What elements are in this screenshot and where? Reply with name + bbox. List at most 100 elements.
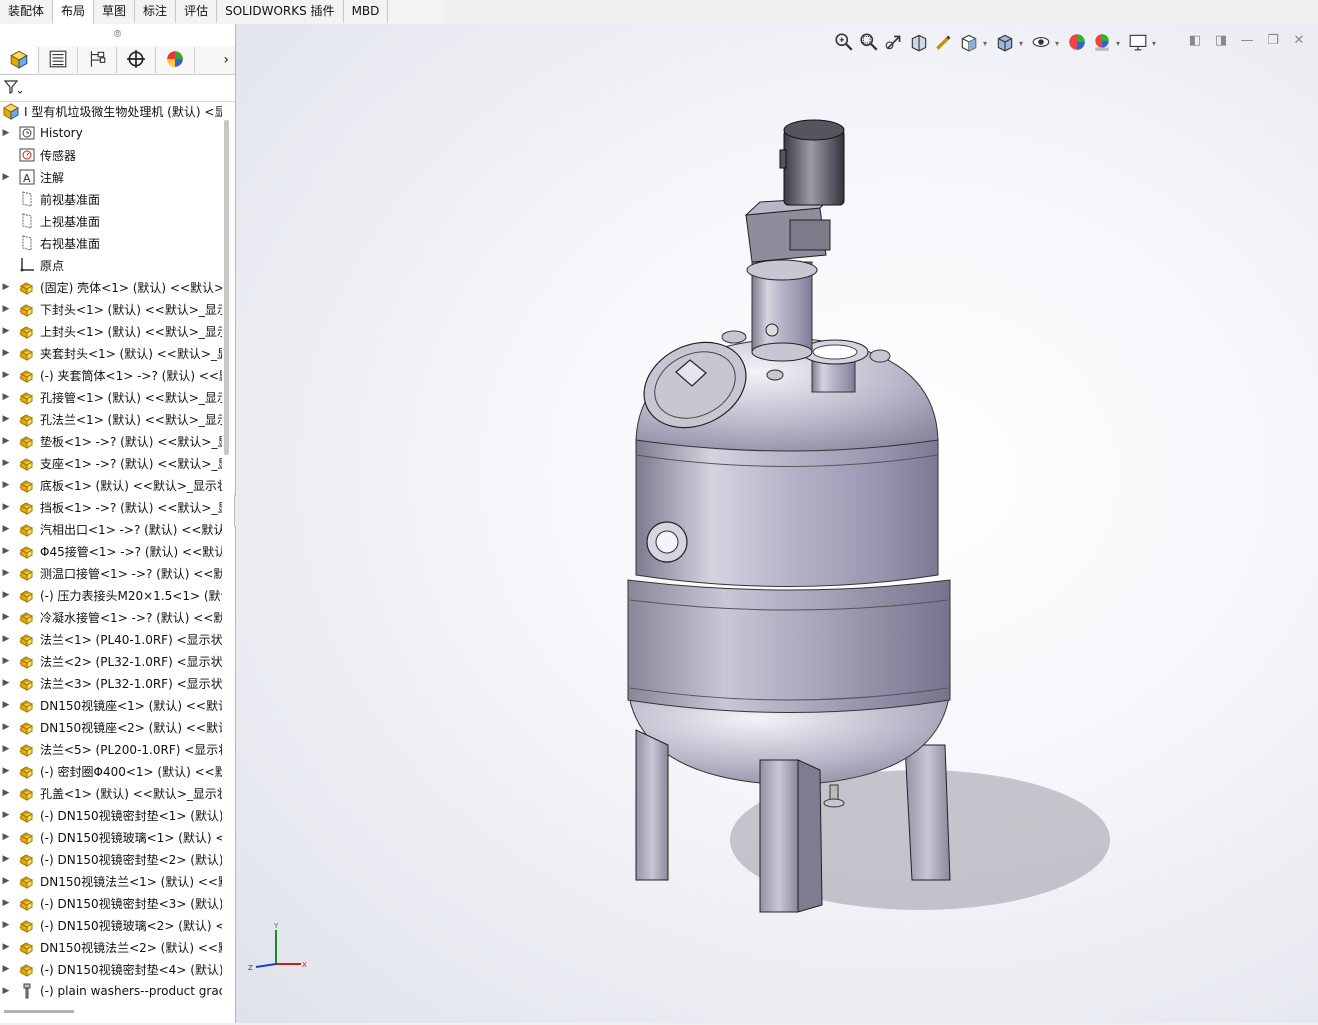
maximize-icon[interactable]: ❐ [1266, 34, 1280, 48]
tree-item[interactable]: ▶ (-) DN150视镜密封垫<3> (默认) [0, 892, 222, 914]
edit-appearance-button[interactable] [1066, 32, 1088, 54]
apply-scene-button[interactable] [1091, 32, 1113, 54]
expand-arrow-icon[interactable]: ▶ [0, 832, 12, 842]
expand-arrow-icon[interactable]: ▶ [0, 788, 12, 798]
tree-item[interactable]: ▶ (-) 密封圈Φ400<1> (默认) <<默认>_显示状态 1> [0, 760, 222, 782]
tab-3[interactable]: 标注 [135, 0, 177, 23]
expand-arrow-icon[interactable]: ▶ [0, 304, 12, 314]
expand-arrow-icon[interactable]: ▶ [0, 744, 12, 754]
expand-arrow-icon[interactable]: ▶ [0, 414, 12, 424]
expand-arrow-icon[interactable]: ▶ [0, 590, 12, 600]
minimize-icon[interactable]: — [1240, 34, 1254, 48]
tree-item[interactable]: ▶ (-) DN150视镜密封垫<4> (默认) [0, 958, 222, 980]
tree-item[interactable]: ▶ 支座<1> ->? (默认) <<默认>_显示状态 1> [0, 452, 222, 474]
expand-arrow-icon[interactable]: ▶ [0, 172, 12, 182]
horizontal-scrollbar[interactable] [4, 1010, 74, 1013]
tree-item[interactable]: 前视基准面 [0, 188, 222, 210]
tree-item[interactable]: ▶ DN150视镜座<1> (默认) <<默认>_显示状态 1> [0, 694, 222, 716]
expand-arrow-icon[interactable]: ▶ [0, 546, 12, 556]
tree-item[interactable]: ▶ (-) DN150视镜密封垫<1> (默认) [0, 804, 222, 826]
tree-item[interactable]: ▶ 法兰<3> (PL32-1.0RF) <显示状态-1> [0, 672, 222, 694]
expand-arrow-icon[interactable]: ▶ [0, 700, 12, 710]
tank-model[interactable] [236, 24, 1318, 1023]
expand-arrow-icon[interactable]: ▶ [0, 502, 12, 512]
tab-6[interactable]: MBD [344, 0, 389, 23]
tree-item[interactable]: ▶ 挡板<1> ->? (默认) <<默认>_显示状态 1> [0, 496, 222, 518]
tree-item[interactable]: ▶ 法兰<1> (PL40-1.0RF) <显示状态-1> [0, 628, 222, 650]
expand-arrow-icon[interactable]: ▶ [0, 986, 12, 996]
view-orientation-button[interactable] [958, 32, 980, 54]
display-manager-tab[interactable] [156, 47, 195, 73]
expand-arrow-icon[interactable]: ▶ [0, 964, 12, 974]
tree-item[interactable]: ▶ 孔法兰<1> (默认) <<默认>_显示状态 1> [0, 408, 222, 430]
expand-arrow-icon[interactable]: ▶ [0, 392, 12, 402]
expand-arrow-icon[interactable]: ▶ [0, 722, 12, 732]
tree-item[interactable]: ▶ 垫板<1> ->? (默认) <<默认>_显示状态 1> [0, 430, 222, 452]
tree-item[interactable]: 传感器 [0, 144, 222, 166]
expand-arrow-icon[interactable]: ▶ [0, 876, 12, 886]
previous-view-button[interactable] [883, 32, 905, 54]
expand-arrow-icon[interactable]: ▶ [0, 678, 12, 688]
tree-item[interactable]: ▶ (-) plain washers--product grade [0, 980, 222, 1002]
expand-arrow-icon[interactable]: ▶ [0, 766, 12, 776]
panel-grip[interactable]: ⦾ [0, 24, 235, 46]
tree-item[interactable]: ▶ (-) DN150视镜玻璃<1> (默认) <<默认> [0, 826, 222, 848]
expand-arrow-icon[interactable]: ▶ [0, 612, 12, 622]
propertymanager-tab[interactable] [39, 47, 78, 73]
expand-arrow-icon[interactable]: ▶ [0, 920, 12, 930]
tree-item[interactable]: ▶ DN150视镜座<2> (默认) <<默认>_显示状态 1> [0, 716, 222, 738]
tree-item[interactable]: ▶ 汽相出口<1> ->? (默认) <<默认>_显示状态 1> [0, 518, 222, 540]
tree-item[interactable]: ▶ 孔盖<1> (默认) <<默认>_显示状态 1> [0, 782, 222, 804]
tree-item[interactable]: ▶ (-) 夹套筒体<1> ->? (默认) <<默认>_显示状态 1> [0, 364, 222, 386]
tree-item[interactable]: ▶ 下封头<1> (默认) <<默认>_显示状态 1> [0, 298, 222, 320]
expand-arrow-icon[interactable]: ▶ [0, 128, 12, 138]
restore-right-icon[interactable]: ◨ [1214, 34, 1228, 48]
expand-arrow-icon[interactable]: ▶ [0, 348, 12, 358]
tree-item[interactable]: ▶ DN150视镜法兰<1> (默认) <<默认>_显示状态 1> [0, 870, 222, 892]
zoom-to-fit-button[interactable] [833, 32, 855, 54]
filter-icon[interactable] [3, 79, 23, 98]
tree-item[interactable]: 右视基准面 [0, 232, 222, 254]
tab-5[interactable]: SOLIDWORKS 插件 [217, 0, 344, 23]
display-style-button[interactable] [994, 32, 1016, 54]
section-view-button[interactable] [908, 32, 930, 54]
tree-item[interactable]: ▶ (-) DN150视镜密封垫<2> (默认) [0, 848, 222, 870]
graphics-area[interactable]: ▾ ▾ ▾ ▾ ▾ ◧ ◨ — ❐ ✕ Y X Z [236, 24, 1318, 1023]
tree-root[interactable]: I 型有机垃圾微生物处理机 (默认) <显示状态-1> [0, 100, 222, 122]
featuremanager-tab[interactable] [0, 47, 39, 73]
close-icon[interactable]: ✕ [1292, 34, 1306, 48]
restore-left-icon[interactable]: ◧ [1188, 34, 1202, 48]
tab-0[interactable]: 装配体 [0, 0, 54, 23]
tree-item[interactable]: ▶ 法兰<2> (PL32-1.0RF) <显示状态-1> [0, 650, 222, 672]
tree-item[interactable]: ▶ (-) DN150视镜玻璃<2> (默认) <<默认> [0, 914, 222, 936]
tree-item[interactable]: ▶ 底板<1> (默认) <<默认>_显示状态 1> [0, 474, 222, 496]
expand-arrow-icon[interactable]: ▶ [0, 854, 12, 864]
expand-arrow-icon[interactable]: ▶ [0, 898, 12, 908]
expand-arrow-icon[interactable]: ▶ [0, 568, 12, 578]
expand-arrow-icon[interactable]: ▶ [0, 634, 12, 644]
zoom-area-button[interactable] [858, 32, 880, 54]
tree-item[interactable]: ▶ DN150视镜法兰<2> (默认) <<默认>_显示状态 1> [0, 936, 222, 958]
tree-item[interactable]: ▶ 上封头<1> (默认) <<默认>_显示状态 1> [0, 320, 222, 342]
tab-4[interactable]: 评估 [176, 0, 218, 23]
tree-item[interactable]: ▶ (固定) 壳体<1> (默认) <<默认>_显示状态 1> [0, 276, 222, 298]
expand-arrow-icon[interactable]: ▶ [0, 656, 12, 666]
expand-arrow-icon[interactable]: ▶ [0, 480, 12, 490]
dropdown-arrow-icon[interactable]: ▾ [1019, 39, 1027, 48]
tree-item[interactable]: 上视基准面 [0, 210, 222, 232]
more-tabs-button[interactable]: › [195, 52, 235, 68]
dimxpert-tab[interactable] [117, 47, 156, 73]
configurationmanager-tab[interactable] [78, 47, 117, 73]
tree-item[interactable]: ▶ (-) 压力表接头M20×1.5<1> (默认) [0, 584, 222, 606]
tree-item[interactable]: ▶ 测温口接管<1> ->? (默认) <<默认>_显示状态 1> [0, 562, 222, 584]
tree-item[interactable]: ▶ History [0, 122, 222, 144]
tree-item[interactable]: ▶ 冷凝水接管<1> ->? (默认) <<默认>_显示状态 1> [0, 606, 222, 628]
expand-arrow-icon[interactable]: ▶ [0, 436, 12, 446]
tree-item[interactable]: ▶ A 注解 [0, 166, 222, 188]
tree-scrollbar[interactable] [224, 120, 229, 455]
expand-arrow-icon[interactable]: ▶ [0, 942, 12, 952]
view-settings-button[interactable] [1127, 32, 1149, 54]
tree-item[interactable]: ▶ 孔接管<1> (默认) <<默认>_显示状态 1> [0, 386, 222, 408]
expand-arrow-icon[interactable]: ▶ [0, 810, 12, 820]
dropdown-arrow-icon[interactable]: ▾ [1116, 39, 1124, 48]
